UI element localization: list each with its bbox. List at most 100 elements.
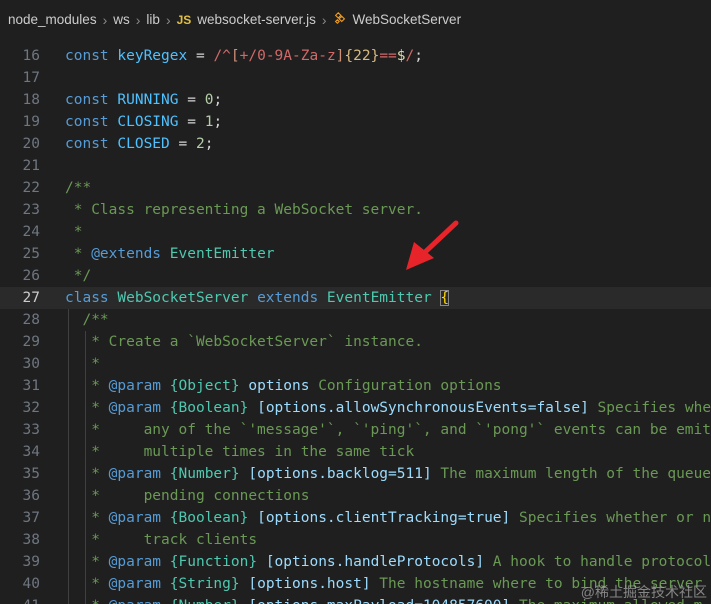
- code-text: * @param {Function} [options.handleProto…: [65, 551, 711, 573]
- code-token: @param: [108, 400, 162, 416]
- code-token: ;: [213, 92, 223, 108]
- code-line-33[interactable]: 33 * any of the `'message'`, `'ping'`, a…: [0, 419, 711, 441]
- code-token: {Boolean}: [169, 400, 249, 416]
- code-token: const: [65, 136, 109, 152]
- code-token: WebSocketServer: [117, 290, 249, 306]
- code-token: [options.handleProtocols]: [265, 554, 485, 570]
- code-token: *: [65, 246, 92, 262]
- code-line-35[interactable]: 35 * @param {Number} [options.backlog=51…: [0, 463, 711, 485]
- code-text: class WebSocketServer extends EventEmitt…: [65, 287, 450, 309]
- code-token: * multiple times in the same tick: [65, 444, 415, 460]
- code-token: Specifies whether or n: [510, 510, 711, 526]
- code-token: *: [65, 510, 109, 526]
- line-number: 32: [22, 400, 40, 416]
- code-text: * @param {Boolean} [options.allowSynchro…: [65, 397, 711, 419]
- code-token: const: [65, 92, 109, 108]
- watermark: @稀土掘金技术社区: [580, 584, 707, 600]
- code-token: */: [65, 268, 92, 284]
- code-text: *: [65, 353, 100, 375]
- breadcrumb-item-class[interactable]: WebSocketServer: [353, 12, 462, 27]
- line-number: 22: [22, 180, 40, 196]
- code-line-25[interactable]: 25 * @extends EventEmitter: [0, 243, 711, 265]
- code-line-30[interactable]: 30 *: [0, 353, 711, 375]
- code-line-21[interactable]: 21: [0, 155, 711, 177]
- code-line-19[interactable]: 19 const CLOSING = 1;: [0, 111, 711, 133]
- code-token: [options.allowSynchronousEvents=false]: [257, 400, 589, 416]
- code-token: /: [405, 48, 415, 64]
- code-token: ;: [414, 48, 423, 64]
- code-line-28[interactable]: 28 /**: [0, 309, 711, 331]
- code-token: * any of the `'message'`, `'ping'`, and …: [65, 422, 711, 438]
- code-line-17[interactable]: 17: [0, 67, 711, 89]
- code-token: 2: [195, 136, 205, 152]
- code-text: const RUNNING = 0;: [65, 89, 222, 111]
- code-token: @param: [108, 554, 162, 570]
- code-line-24[interactable]: 24 *: [0, 221, 711, 243]
- breadcrumb-item-ws[interactable]: ws: [113, 12, 130, 27]
- breadcrumb-item-lib[interactable]: lib: [146, 12, 160, 27]
- code-text: const keyRegex = /^[+/0-9A-Za-z]{22}==$/…: [65, 45, 423, 67]
- code-line-22[interactable]: 22 /**: [0, 177, 711, 199]
- line-number: 16: [22, 48, 40, 64]
- code-token: @param: [108, 466, 162, 482]
- code-token: {Boolean}: [169, 510, 249, 526]
- code-token: [options.clientTracking=true]: [257, 510, 511, 526]
- line-number: 38: [22, 532, 40, 548]
- chevron-right-icon: ›: [165, 11, 171, 28]
- line-number: 20: [22, 136, 40, 152]
- code-token: /**: [65, 180, 92, 196]
- code-token: /^: [213, 48, 231, 64]
- line-number: 25: [22, 246, 40, 262]
- code-line-32[interactable]: 32 * @param {Boolean} [options.allowSync…: [0, 397, 711, 419]
- code-token: {String}: [169, 576, 240, 592]
- code-token: *: [65, 576, 109, 592]
- code-token: @param: [108, 576, 162, 592]
- breadcrumb-item-node-modules[interactable]: node_modules: [8, 12, 97, 27]
- code-line-34[interactable]: 34 * multiple times in the same tick: [0, 441, 711, 463]
- code-token: [: [230, 48, 240, 64]
- code-token: CLOSING: [117, 114, 179, 130]
- line-number: 27: [22, 290, 40, 306]
- code-token: {Number}: [170, 598, 240, 604]
- code-token: /**: [65, 312, 109, 328]
- code-token: [options.maxPayload=104857600]: [248, 598, 510, 604]
- code-line-29[interactable]: 29 * Create a `WebSocketServer` instance…: [0, 331, 711, 353]
- code-line-16[interactable]: 16 const keyRegex = /^[+/0-9A-Za-z]{22}==…: [0, 45, 711, 67]
- code-editor[interactable]: 1516const keyRegex = /^[+/0-9A-Za-z]{22}…: [0, 22, 711, 604]
- code-token: @extends: [91, 246, 162, 262]
- code-token: EventEmitter: [169, 246, 275, 262]
- code-token: *: [65, 224, 83, 240]
- code-line-23[interactable]: 23 * Class representing a WebSocket serv…: [0, 199, 711, 221]
- code-token: =: [169, 136, 196, 152]
- line-number: 19: [22, 114, 40, 130]
- line-number: 24: [22, 224, 40, 240]
- code-token: ==: [379, 48, 397, 64]
- code-line-31[interactable]: 31 * @param {Object} options Configurati…: [0, 375, 711, 397]
- code-token: *: [65, 554, 109, 570]
- code-token: The maximum length of the queue: [431, 466, 711, 482]
- code-line-39[interactable]: 39 * @param {Function} [options.handlePr…: [0, 551, 711, 573]
- code-text: * @param {Object} options Configuration …: [65, 375, 501, 397]
- code-text: *: [65, 221, 83, 243]
- code-line-20[interactable]: 20 const CLOSED = 2;: [0, 133, 711, 155]
- code-line-26[interactable]: 26 */: [0, 265, 711, 287]
- code-text: * track clients: [65, 529, 257, 551]
- line-number: 39: [22, 554, 40, 570]
- code-line-18[interactable]: 18 const RUNNING = 0;: [0, 89, 711, 111]
- line-number: 35: [22, 466, 40, 482]
- breadcrumb: node_modules › ws › lib › JS websocket-s…: [0, 0, 711, 39]
- code-line-37[interactable]: 37 * @param {Boolean} [options.clientTra…: [0, 507, 711, 529]
- code-line-27[interactable]: 27 class WebSocketServer extends EventEmi…: [0, 287, 711, 309]
- breadcrumb-item-file[interactable]: websocket-server.js: [197, 12, 316, 27]
- line-number: 21: [22, 158, 40, 174]
- code-token: * Class representing a WebSocket server.: [65, 202, 423, 218]
- code-line-36[interactable]: 36 * pending connections: [0, 485, 711, 507]
- code-line-38[interactable]: 38 * track clients: [0, 529, 711, 551]
